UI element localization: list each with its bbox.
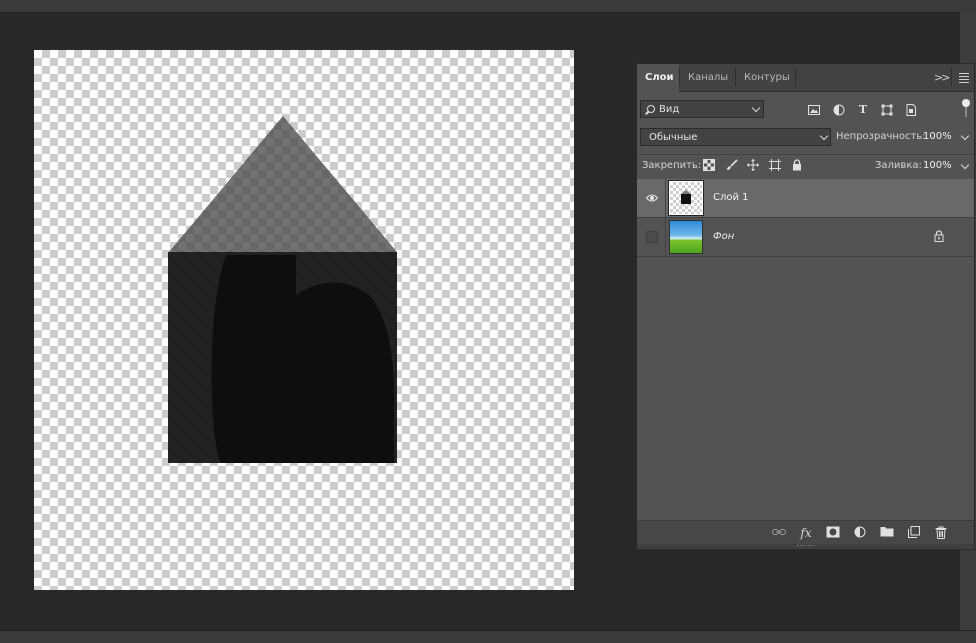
- filter-toggle-switch[interactable]: [962, 99, 970, 117]
- group-folder-icon[interactable]: [880, 526, 894, 540]
- new-layer-icon[interactable]: [907, 526, 921, 540]
- image-filter-icon[interactable]: [808, 104, 820, 116]
- lock-all-icon[interactable]: [791, 159, 803, 171]
- tab-separator: [795, 68, 796, 87]
- layer-name[interactable]: Слой 1: [713, 192, 749, 203]
- blend-opacity-row: Обычные Непрозрачность: 100%: [637, 128, 974, 155]
- bottom-bar: [0, 630, 976, 643]
- tab-separator: [951, 68, 952, 87]
- tab-channels[interactable]: Каналы: [680, 64, 736, 91]
- layer-name[interactable]: Фон: [713, 231, 734, 242]
- chevron-down-icon: [819, 131, 829, 141]
- fill-input[interactable]: 100%: [923, 160, 952, 171]
- chevron-down-icon: [751, 103, 761, 113]
- lock-image-icon[interactable]: [726, 159, 738, 171]
- lock-artboard-icon[interactable]: [769, 159, 781, 171]
- mask-icon[interactable]: [826, 526, 840, 540]
- adjustment-filter-icon[interactable]: [833, 104, 845, 116]
- background-thumbnail[interactable]: [669, 220, 703, 254]
- tab-paths[interactable]: Контуры: [736, 64, 798, 91]
- blend-mode-dropdown[interactable]: Обычные: [640, 128, 831, 146]
- shape-filter-icon[interactable]: [881, 104, 893, 116]
- fill-chevron-icon[interactable]: [960, 160, 970, 170]
- blend-mode-value: Обычные: [649, 132, 698, 143]
- smart-object-filter-icon[interactable]: [905, 104, 917, 116]
- lock-fill-row: Закрепить: Заливка: 100%: [637, 155, 974, 179]
- type-filter-icon[interactable]: T: [857, 104, 869, 116]
- visibility-toggle-box[interactable]: [646, 231, 658, 243]
- opacity-input[interactable]: 100%: [923, 131, 952, 142]
- lock-transparent-icon[interactable]: [703, 159, 715, 171]
- panel-footer: fx: [637, 520, 974, 545]
- panel-menu-icon[interactable]: [959, 73, 969, 83]
- top-bar: [0, 0, 976, 13]
- filter-kind-label: Вид: [659, 104, 680, 115]
- opacity-label: Непрозрачность:: [836, 131, 926, 142]
- canvas-artwork: [168, 116, 397, 463]
- panel-tabs: Слои Каналы Контуры >>: [637, 64, 974, 92]
- layer-filter-row: Вид T: [637, 92, 974, 128]
- layer-filter-dropdown[interactable]: Вид: [640, 100, 764, 118]
- visibility-column-divider: [665, 179, 666, 217]
- fill-label: Заливка:: [875, 160, 922, 171]
- layers-panel: Слои Каналы Контуры >> Вид T Обычные Неп…: [636, 63, 975, 550]
- layers-list: Слой 1 Фон: [637, 179, 974, 257]
- layer-thumbnail[interactable]: [668, 180, 704, 216]
- tab-layers[interactable]: Слои: [637, 64, 679, 92]
- layers-empty-area: [637, 257, 974, 519]
- visibility-column-divider: [665, 218, 666, 256]
- layer-row-sloy1[interactable]: Слой 1: [637, 179, 974, 218]
- opacity-chevron-icon[interactable]: [960, 131, 970, 141]
- lock-label: Закрепить:: [642, 160, 702, 171]
- trash-icon[interactable]: [934, 526, 948, 540]
- link-layers-icon[interactable]: [772, 526, 786, 540]
- search-icon: [647, 105, 655, 113]
- document-canvas[interactable]: [34, 50, 574, 590]
- panel-resize-grip[interactable]: [637, 544, 974, 549]
- lock-position-icon[interactable]: [747, 159, 759, 171]
- collapse-panel-icon[interactable]: >>: [934, 71, 951, 84]
- adjustment-layer-icon[interactable]: [853, 526, 867, 540]
- eye-icon[interactable]: [645, 193, 659, 203]
- lock-icon: [934, 230, 944, 245]
- house-roof: [169, 116, 397, 252]
- layer-row-fon[interactable]: Фон: [637, 218, 974, 257]
- fx-icon[interactable]: fx: [799, 526, 813, 540]
